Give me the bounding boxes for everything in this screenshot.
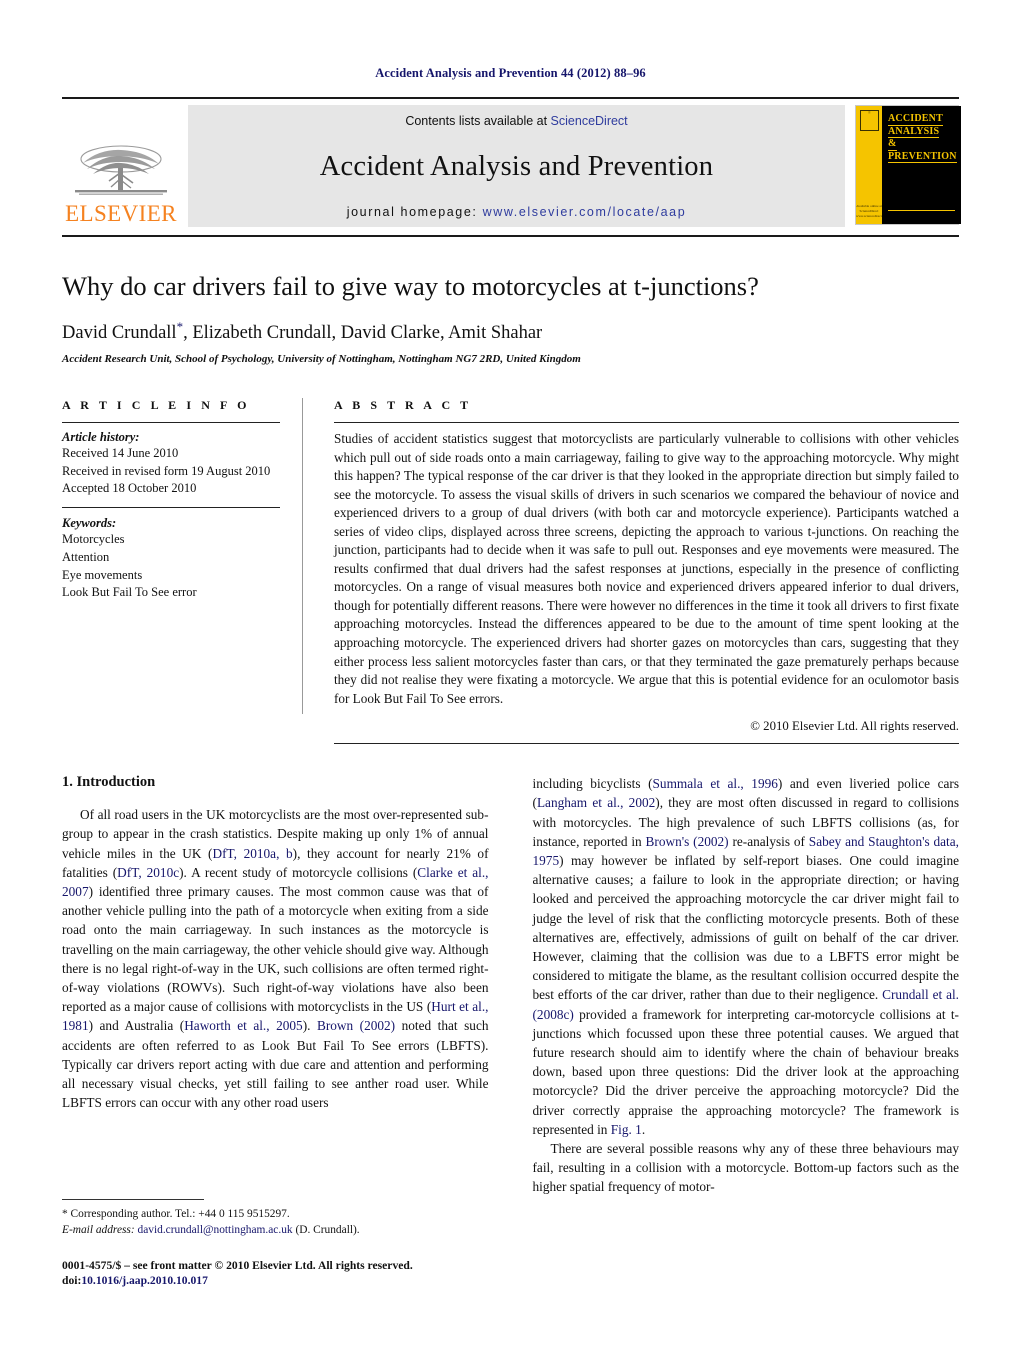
cover-title-text: ACCIDENT ANALYSIS & PREVENTION xyxy=(888,113,957,164)
elsevier-wordmark: ELSEVIER xyxy=(65,201,177,226)
para-text: re-analysis of xyxy=(728,833,809,849)
article-page: Accident Analysis and Prevention 44 (201… xyxy=(0,0,1021,1351)
issn-line: 0001-4575/$ – see front matter © 2010 El… xyxy=(62,1258,413,1272)
abstract-heading: A B S T R A C T xyxy=(334,397,472,412)
cover-right-panel: ACCIDENT ANALYSIS & PREVENTION xyxy=(882,106,961,224)
author-list: David Crundall*, Elizabeth Crundall, Dav… xyxy=(62,319,959,344)
para-text: ) and Australia ( xyxy=(88,1018,185,1034)
section-heading-introduction: 1. Introduction xyxy=(62,774,156,791)
corresponding-author-note: * Corresponding author. Tel.: +44 0 115 … xyxy=(62,1207,290,1220)
body-column-right: including bicyclists (Summala et al., 19… xyxy=(533,774,960,1196)
para-text: including bicyclists ( xyxy=(532,776,653,792)
cover-divider xyxy=(888,210,955,211)
article-info-heading: A R T I C L E I N F O xyxy=(62,397,251,412)
corresponding-author-marker: * xyxy=(176,318,184,334)
keyword-item: Look But Fail To See error xyxy=(62,585,197,600)
citation-link[interactable]: Fig. 1 xyxy=(611,1122,642,1137)
sciencedirect-link[interactable]: ScienceDirect xyxy=(551,114,628,128)
para-text: ). xyxy=(302,1018,317,1034)
cover-title-line1: ACCIDENT xyxy=(888,113,943,126)
doi-line: doi:10.1016/j.aap.2010.10.017 xyxy=(62,1273,500,1289)
para-text: ) identified three primary causes. The m… xyxy=(62,883,489,1015)
homepage-url-link[interactable]: www.elsevier.com/locate/aap xyxy=(483,205,687,219)
body-columns: 1. Introduction Of all road users in the… xyxy=(62,774,959,1196)
running-head: Accident Analysis and Prevention 44 (201… xyxy=(375,66,646,80)
cover-title-line4: PREVENTION xyxy=(888,150,957,164)
citation-link[interactable]: Brown (2002) xyxy=(317,1018,395,1033)
article-info-rule-mid xyxy=(62,507,280,509)
abstract-text: Studies of accident statistics suggest t… xyxy=(334,430,959,706)
body-column-left: 1. Introduction Of all road users in the… xyxy=(62,774,489,1196)
paragraph: including bicyclists (Summala et al., 19… xyxy=(533,774,960,1139)
doi-prefix: doi: xyxy=(62,1274,82,1288)
cover-footer-text: Available online at ScienceDirect www.sc… xyxy=(856,204,889,219)
keywords-label: Keywords: xyxy=(62,516,117,531)
footnote-area: * Corresponding author. Tel.: +44 0 115 … xyxy=(62,1198,500,1289)
article-history-line: Received in revised form 19 August 2010 xyxy=(62,463,271,478)
journal-banner: Contents lists available at ScienceDirec… xyxy=(188,105,845,227)
abstract-rule-bottom xyxy=(334,743,959,745)
keyword-item: Motorcycles xyxy=(62,532,125,547)
journal-masthead: ELSEVIER Contents lists available at Sci… xyxy=(62,97,961,227)
keywords-block: Keywords: Motorcycles Attention Eye move… xyxy=(62,516,280,602)
email-note: E-mail address: david.crundall@nottingha… xyxy=(62,1222,500,1239)
article-info-column: A R T I C L E I N F O Article history: R… xyxy=(62,398,302,744)
journal-homepage-line: journal homepage: www.elsevier.com/locat… xyxy=(347,205,687,219)
citation-link[interactable]: Summala et al., 1996 xyxy=(653,776,778,791)
copyright-line: © 2010 Elsevier Ltd. All rights reserved… xyxy=(750,719,959,734)
para-text: . xyxy=(641,1121,646,1137)
journal-title: Accident Analysis and Prevention xyxy=(319,150,714,182)
email-suffix: (D. Crundall). xyxy=(292,1224,360,1237)
footnote-divider xyxy=(62,1198,204,1200)
issn-doi-block: 0001-4575/$ – see front matter © 2010 El… xyxy=(62,1258,500,1289)
elsevier-tree-icon xyxy=(75,145,167,195)
citation-link[interactable]: DfT, 2010c xyxy=(117,865,179,880)
doi-link[interactable]: 10.1016/j.aap.2010.10.017 xyxy=(81,1274,208,1287)
citation-link[interactable]: Brown's (2002) xyxy=(646,834,729,849)
title-divider xyxy=(62,235,959,237)
authors-text: David Crundall*, Elizabeth Crundall, Dav… xyxy=(62,318,543,343)
journal-cover-thumbnail: ≡ Available online at ScienceDirect www.… xyxy=(855,105,961,225)
abstract-rule-top xyxy=(334,421,959,423)
cover-elsevier-mark-icon: ≡ xyxy=(859,110,879,131)
article-history-line: Received 14 June 2010 xyxy=(62,445,179,460)
paragraph: Of all road users in the UK motorcyclist… xyxy=(62,805,489,1112)
article-history-line: Accepted 18 October 2010 xyxy=(62,481,197,496)
cover-left-strip: ≡ Available online at ScienceDirect www.… xyxy=(856,106,889,224)
para-text: ). A recent study of motorcycle collisio… xyxy=(179,864,418,880)
para-text: provided a framework for interpreting ca… xyxy=(532,1006,960,1137)
paragraph: There are several possible reasons why a… xyxy=(532,1141,960,1195)
citation-link[interactable]: DfT, 2010a, b xyxy=(212,846,292,861)
email-label: E-mail address: xyxy=(62,1224,135,1237)
elsevier-logo: ELSEVIER xyxy=(62,105,180,227)
contents-prefix: Contents lists available at xyxy=(405,114,551,128)
homepage-prefix: journal homepage: xyxy=(346,205,483,219)
para-text: ) may however be inflated by self-report… xyxy=(532,852,960,1003)
info-abstract-section: A R T I C L E I N F O Article history: R… xyxy=(62,397,959,745)
cover-title-line2: ANALYSIS xyxy=(888,125,940,139)
cover-foot-line3: www.sciencedirect.com xyxy=(856,213,889,218)
cover-title-line3: & xyxy=(888,138,897,151)
page-title: Why do car drivers fail to give way to m… xyxy=(62,271,759,301)
keyword-item: Eye movements xyxy=(62,567,143,582)
affiliation: Accident Research Unit, School of Psycho… xyxy=(62,352,581,365)
citation-link[interactable]: Langham et al., 2002 xyxy=(537,795,655,810)
article-info-rule-top xyxy=(62,421,280,423)
contents-available-line: Contents lists available at ScienceDirec… xyxy=(405,114,627,128)
keyword-item: Attention xyxy=(62,549,110,564)
abstract-column: A B S T R A C T Studies of accident stat… xyxy=(302,397,959,745)
email-link[interactable]: david.crundall@nottingham.ac.uk xyxy=(138,1224,293,1236)
article-history-label: Article history: xyxy=(62,429,140,444)
citation-link[interactable]: Haworth et al., 2005 xyxy=(184,1018,303,1033)
